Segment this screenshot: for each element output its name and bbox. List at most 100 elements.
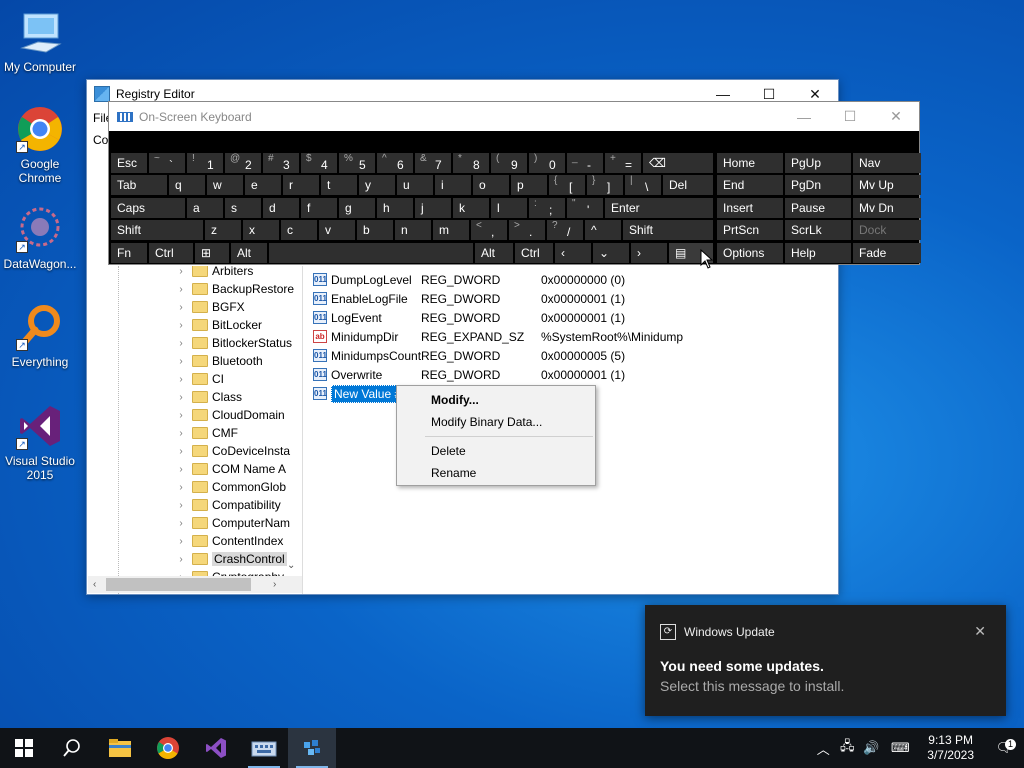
osk-key[interactable]: <, bbox=[471, 220, 507, 241]
windows-update-notification[interactable]: ⟳ Windows Update ✕ You need some updates… bbox=[645, 605, 1006, 716]
osk-key[interactable]: r bbox=[283, 175, 319, 196]
osk-key[interactable]: Alt bbox=[475, 242, 513, 263]
osk-minimize-button[interactable]: — bbox=[781, 102, 827, 131]
osk-key[interactable]: & 7 bbox=[415, 153, 451, 173]
osk-key[interactable]: x bbox=[243, 220, 279, 241]
osk-key[interactable]: PgDn bbox=[785, 175, 851, 196]
tree-item[interactable]: › CMF bbox=[174, 424, 238, 442]
network-icon[interactable]: 🖧 bbox=[835, 737, 859, 759]
osk-key[interactable]: Tab bbox=[111, 175, 167, 196]
osk-key[interactable]: :; bbox=[529, 197, 565, 218]
osk-key[interactable]: k bbox=[453, 197, 489, 218]
osk-key[interactable]: j bbox=[415, 197, 451, 218]
expand-chevron-icon[interactable]: › bbox=[174, 464, 188, 475]
osk-key[interactable]: Ctrl bbox=[515, 242, 553, 263]
tree-item[interactable]: › BackupRestore bbox=[174, 280, 294, 298]
osk-key[interactable]: c bbox=[281, 220, 317, 241]
expand-chevron-icon[interactable]: › bbox=[174, 320, 188, 331]
osk-key[interactable]: #3 bbox=[263, 153, 299, 173]
tree-item[interactable]: › ComputerNam bbox=[174, 514, 290, 532]
expand-chevron-icon[interactable]: › bbox=[174, 500, 188, 511]
tree-item[interactable]: › BitLocker bbox=[174, 316, 262, 334]
osk-key[interactable]: " ' bbox=[567, 197, 603, 218]
menu-item-delete[interactable]: Delete bbox=[397, 440, 595, 462]
osk-titlebar[interactable]: On-Screen Keyboard — ☐ ✕ bbox=[109, 102, 919, 131]
taskbar-on-screen-keyboard[interactable] bbox=[240, 728, 288, 768]
tree-item[interactable]: › BGFX bbox=[174, 298, 244, 316]
on-screen-keyboard-window[interactable]: On-Screen Keyboard — ☐ ✕ Esc ~ `! 1 @2 #3 $4% 5… bbox=[108, 101, 921, 265]
menu-item-modify[interactable]: Modify... bbox=[397, 389, 595, 411]
osk-key[interactable]: Insert bbox=[717, 197, 783, 218]
osk-key[interactable]: Esc bbox=[111, 153, 147, 173]
osk-key[interactable]: + = bbox=[605, 153, 641, 173]
expand-chevron-icon[interactable]: › bbox=[174, 266, 188, 277]
osk-close-button[interactable]: ✕ bbox=[873, 102, 919, 131]
osk-key[interactable]: w bbox=[207, 175, 243, 196]
tree-horizontal-scrollbar[interactable]: ‹ › bbox=[88, 576, 302, 593]
start-button[interactable] bbox=[0, 728, 48, 768]
osk-key[interactable]: t bbox=[321, 175, 357, 196]
osk-key[interactable]: s bbox=[225, 197, 261, 218]
action-center-icon[interactable]: 🗨 1 bbox=[984, 739, 1024, 756]
osk-key[interactable]: › bbox=[631, 242, 667, 263]
tree-item[interactable]: › CI bbox=[174, 370, 224, 388]
osk-key[interactable]: {[ bbox=[549, 175, 585, 196]
osk-key[interactable]: d bbox=[263, 197, 299, 218]
osk-key[interactable]: f bbox=[301, 197, 337, 218]
osk-key[interactable]: ^ 6 bbox=[377, 153, 413, 173]
value-row[interactable]: 011 MinidumpsCount REG_DWORD 0x00000005 (5) bbox=[313, 346, 625, 365]
volume-icon[interactable]: 🔊 bbox=[859, 740, 883, 756]
osk-key[interactable]: Del bbox=[663, 175, 713, 196]
taskbar-registry-editor[interactable] bbox=[288, 728, 336, 768]
tree-item[interactable]: › Arbiters bbox=[174, 266, 253, 280]
expand-chevron-icon[interactable]: › bbox=[174, 338, 188, 349]
osk-key[interactable]: (9 bbox=[491, 153, 527, 173]
osk-maximize-button[interactable]: ☐ bbox=[827, 102, 873, 131]
osk-key[interactable]: Help bbox=[785, 242, 851, 263]
osk-key[interactable]: Dock bbox=[853, 220, 921, 241]
osk-key[interactable]: }] bbox=[587, 175, 623, 196]
tree-item[interactable]: › COM Name A bbox=[174, 460, 286, 478]
osk-key[interactable]: @2 bbox=[225, 153, 261, 173]
osk-key[interactable]: m bbox=[433, 220, 469, 241]
scroll-down-icon[interactable]: ⌄ bbox=[287, 560, 295, 571]
osk-key[interactable]: a bbox=[187, 197, 223, 218]
osk-key[interactable]: ‹ bbox=[555, 242, 591, 263]
search-button[interactable] bbox=[48, 728, 96, 768]
expand-chevron-icon[interactable]: › bbox=[174, 536, 188, 547]
osk-key[interactable]: % 5 bbox=[339, 153, 375, 173]
scroll-left-icon[interactable]: ‹ bbox=[93, 579, 96, 590]
tree-item[interactable]: › BitlockerStatus bbox=[174, 334, 292, 352]
scroll-right-icon[interactable]: › bbox=[273, 579, 276, 590]
osk-key[interactable]: ⌄ bbox=[593, 242, 629, 263]
expand-chevron-icon[interactable]: › bbox=[174, 482, 188, 493]
osk-key[interactable]: Shift bbox=[111, 220, 203, 241]
tree-item[interactable]: › Compatibility bbox=[174, 496, 280, 514]
osk-key[interactable]: y bbox=[359, 175, 395, 196]
osk-key[interactable]: Fade bbox=[853, 242, 921, 263]
expand-chevron-icon[interactable]: › bbox=[174, 554, 188, 565]
expand-chevron-icon[interactable]: › bbox=[174, 410, 188, 421]
desktop-icon-datawagon[interactable]: ↗ DataWagon... bbox=[0, 205, 80, 271]
osk-key[interactable]: h bbox=[377, 197, 413, 218]
osk-key[interactable]: Alt bbox=[231, 242, 267, 263]
osk-key[interactable]: >. bbox=[509, 220, 545, 241]
desktop-icon-everything[interactable]: ↗ Everything bbox=[0, 303, 80, 369]
osk-key[interactable]: n bbox=[395, 220, 431, 241]
osk-key[interactable]: Ctrl bbox=[149, 242, 193, 263]
registry-tree[interactable]: › Arbiters › BackupRestore › BGFX › BitLocker › B… bbox=[88, 266, 303, 594]
osk-key[interactable]: Shift bbox=[623, 220, 713, 241]
osk-key[interactable] bbox=[269, 242, 473, 263]
tree-item[interactable]: › Class bbox=[174, 388, 242, 406]
value-row[interactable]: 011 LogEvent REG_DWORD 0x00000001 (1) bbox=[313, 308, 625, 327]
value-row[interactable]: 011 DumpLogLevel REG_DWORD 0x00000000 (0) bbox=[313, 270, 625, 289]
osk-key[interactable]: z bbox=[205, 220, 241, 241]
osk-key[interactable]: ⌫ bbox=[643, 153, 713, 173]
expand-chevron-icon[interactable]: › bbox=[174, 428, 188, 439]
osk-key[interactable]: Home bbox=[717, 153, 783, 173]
tree-item[interactable]: › CloudDomain bbox=[174, 406, 284, 424]
osk-key[interactable]: Mv Up bbox=[853, 175, 921, 196]
keyboard-tray-icon[interactable]: ⌨ bbox=[883, 740, 917, 756]
osk-key[interactable]: e bbox=[245, 175, 281, 196]
osk-key[interactable]: $4 bbox=[301, 153, 337, 173]
